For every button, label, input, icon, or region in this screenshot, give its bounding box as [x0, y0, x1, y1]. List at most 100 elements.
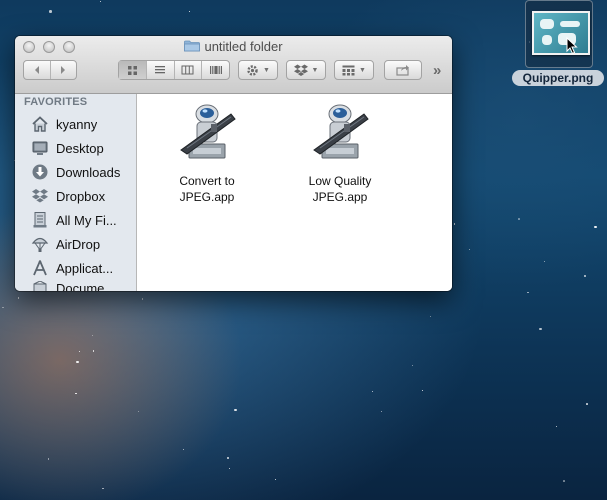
dropbox-icon	[31, 187, 49, 205]
star	[183, 449, 185, 451]
sidebar: FAVORITES kyanny Desktop Downloads Dropb…	[15, 94, 137, 291]
sidebar-item-label: Dropbox	[56, 188, 106, 204]
star	[100, 1, 102, 3]
file-name-line1: Convert to	[179, 174, 235, 188]
folder-icon	[184, 40, 201, 52]
sidebar-item-applications[interactable]: Applicat...	[15, 257, 136, 279]
star	[411, 364, 414, 367]
star	[421, 389, 424, 392]
sidebar-item-label: Desktop	[56, 140, 104, 156]
star	[594, 225, 597, 229]
star	[453, 223, 456, 225]
applications-icon	[31, 259, 49, 277]
star	[137, 411, 139, 413]
sidebar-item-label: Downloads	[56, 164, 121, 180]
icon-view-icon[interactable]	[119, 61, 147, 79]
window-title-text: untitled folder	[204, 39, 283, 54]
chevron-right-icon[interactable]	[51, 61, 77, 79]
star	[371, 391, 373, 393]
star	[234, 408, 237, 412]
all-my-files-icon	[31, 211, 49, 229]
star	[47, 458, 50, 460]
star	[556, 425, 558, 427]
dropbox-menu-button[interactable]: ▼	[286, 60, 326, 80]
file-name-line2: JPEG.app	[312, 190, 368, 204]
sidebar-item-label: Docume...	[56, 281, 116, 291]
file-name-line2: JPEG.app	[179, 190, 235, 204]
star	[141, 298, 144, 300]
downloads-icon	[31, 163, 49, 181]
star	[76, 360, 79, 364]
sidebar-item-label: All My Fi...	[56, 212, 117, 228]
star	[49, 10, 52, 13]
desktop-file-label: Quipper.png	[512, 70, 604, 86]
star	[102, 487, 104, 490]
list-view-icon[interactable]	[147, 61, 175, 79]
airdrop-icon	[31, 235, 49, 253]
star	[188, 10, 190, 12]
automator-robot-icon	[313, 104, 369, 159]
sidebar-item-documents[interactable]: Docume...	[15, 281, 136, 291]
star	[583, 274, 587, 278]
view-mode-control[interactable]	[118, 60, 230, 80]
sidebar-item-airdrop[interactable]: AirDrop	[15, 233, 136, 255]
star	[430, 316, 432, 318]
sidebar-item-label: AirDrop	[56, 236, 101, 252]
sidebar-item-downloads[interactable]: Downloads	[15, 161, 136, 183]
finder-window[interactable]: untitled folder ▼ ▼ ▼ » FAVORITES kyanny…	[15, 36, 452, 291]
coverflow-view-icon[interactable]	[202, 61, 229, 79]
home-icon	[31, 115, 49, 133]
star	[2, 306, 4, 309]
favorites-header: FAVORITES	[24, 96, 88, 108]
file-name-line1: Low Quality	[308, 174, 372, 188]
window-title: untitled folder	[15, 39, 452, 55]
action-menu-button[interactable]: ▼	[238, 60, 278, 80]
sidebar-item-home[interactable]: kyanny	[15, 113, 136, 135]
sidebar-item-desktop[interactable]: Desktop	[15, 137, 136, 159]
chevron-down-icon: ▼	[263, 66, 270, 74]
dropbox-icon	[293, 64, 308, 76]
star	[17, 297, 20, 299]
mouse-pointer-icon	[566, 37, 578, 55]
star	[92, 335, 94, 337]
star	[79, 350, 81, 352]
star	[75, 392, 77, 395]
star	[518, 218, 520, 220]
star	[586, 403, 588, 405]
arrange-grid-icon	[342, 65, 355, 75]
desktop-icon	[31, 139, 49, 157]
back-forward-control[interactable]	[23, 60, 77, 80]
star	[469, 248, 471, 250]
chevron-down-icon: ▼	[311, 66, 319, 74]
star	[543, 261, 545, 263]
title-bar[interactable]: untitled folder ▼ ▼ ▼ »	[15, 36, 452, 94]
desktop-file-icon-quipper[interactable]: Quipper.png	[510, 0, 607, 90]
documents-icon	[31, 281, 49, 291]
image-thumbnail-icon	[532, 11, 590, 55]
sidebar-item-dropbox[interactable]: Dropbox	[15, 185, 136, 207]
star	[381, 410, 383, 412]
file-item[interactable]: Convert to JPEG.app	[157, 100, 257, 205]
share-button[interactable]	[384, 60, 422, 80]
star	[92, 350, 95, 352]
share-icon	[396, 65, 409, 76]
automator-robot-icon	[180, 104, 236, 159]
star	[563, 480, 565, 482]
toolbar-overflow-button[interactable]: »	[433, 62, 442, 79]
chevron-down-icon: ▼	[359, 66, 366, 74]
star	[539, 327, 542, 331]
arrange-menu-button[interactable]: ▼	[334, 60, 374, 80]
chevron-left-icon[interactable]	[24, 61, 51, 79]
file-item[interactable]: Low Quality JPEG.app	[290, 100, 390, 205]
selection-highlight	[525, 0, 593, 68]
sidebar-item-label: Applicat...	[56, 260, 114, 276]
star	[229, 468, 231, 470]
gear-icon	[247, 64, 258, 76]
column-view-icon[interactable]	[175, 61, 203, 79]
file-browser-content[interactable]: Convert to JPEG.app Low Quality JPEG.app	[137, 94, 452, 291]
star	[527, 291, 529, 294]
star	[275, 478, 277, 480]
star	[226, 456, 230, 460]
sidebar-item-all-my-files[interactable]: All My Fi...	[15, 209, 136, 231]
sidebar-item-label: kyanny	[56, 116, 98, 132]
